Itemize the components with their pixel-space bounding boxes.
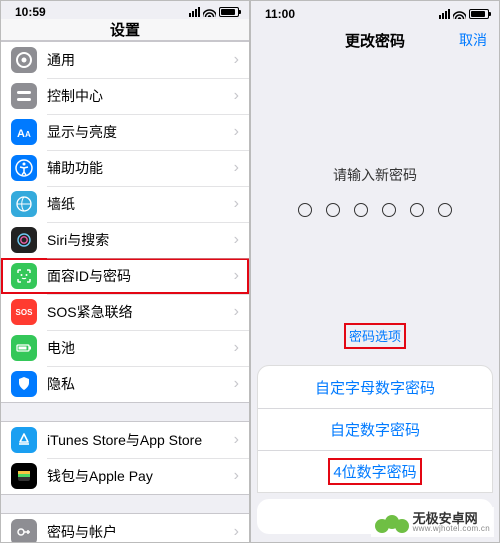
wifi-icon [203, 8, 216, 17]
settings-row[interactable]: 辅助功能› [1, 150, 249, 186]
passcode-options-link[interactable]: 密码选项 [344, 323, 406, 349]
settings-row-label: 密码与帐户 [47, 522, 234, 542]
textsize-icon: AA [11, 119, 37, 145]
settings-row-label: 通用 [47, 50, 234, 70]
svg-text:A: A [25, 130, 31, 139]
status-bar: 10:59 [1, 1, 249, 19]
switches-icon [11, 83, 37, 109]
battery-icon [11, 335, 37, 361]
settings-row-label: 墙纸 [47, 194, 234, 214]
settings-row-label: 辅助功能 [47, 158, 234, 178]
passcode-dot [326, 203, 340, 217]
settings-row-label: 控制中心 [47, 86, 234, 106]
chevron-right-icon: › [234, 123, 239, 141]
settings-row-label: 面容ID与密码 [47, 266, 234, 286]
watermark-url: www.wjhotel.com.cn [413, 525, 490, 533]
settings-row-label: Siri与搜索 [47, 230, 234, 250]
settings-row[interactable]: 隐私› [1, 366, 249, 402]
wifi-icon [453, 10, 466, 19]
gear-icon [11, 47, 37, 73]
settings-row[interactable]: 钱包与Apple Pay› [1, 458, 249, 494]
passcode-dot [410, 203, 424, 217]
chevron-right-icon: › [234, 303, 239, 321]
wallpaper-icon [11, 191, 37, 217]
passcode-dot [382, 203, 396, 217]
faceid-icon [11, 263, 37, 289]
page-title: 设置 [110, 19, 140, 40]
settings-row[interactable]: 面容ID与密码› [1, 258, 249, 294]
settings-row[interactable]: 通用› [1, 42, 249, 78]
navbar: 设置 [1, 19, 249, 41]
settings-row[interactable]: 密码与帐户› [1, 514, 249, 543]
chevron-right-icon: › [234, 339, 239, 357]
settings-row[interactable]: 控制中心› [1, 78, 249, 114]
settings-row[interactable]: 墙纸› [1, 186, 249, 222]
status-time: 11:00 [265, 7, 295, 21]
battery-icon [219, 7, 239, 17]
chevron-right-icon: › [234, 267, 239, 285]
settings-row[interactable]: SOS SOS紧急联络› [1, 294, 249, 330]
svg-text:SOS: SOS [16, 308, 34, 317]
passcode-prompt: 请输入新密码 [333, 165, 417, 185]
settings-row[interactable]: AA 显示与亮度› [1, 114, 249, 150]
watermark: 无极安卓网 www.wjhotel.com.cn [371, 507, 494, 537]
settings-row-label: SOS紧急联络 [47, 302, 234, 322]
accessibility-icon [11, 155, 37, 181]
chevron-right-icon: › [234, 523, 239, 541]
settings-row-label: 电池 [47, 338, 234, 358]
siri-icon [11, 227, 37, 253]
chevron-right-icon: › [234, 431, 239, 449]
chevron-right-icon: › [234, 467, 239, 485]
chevron-right-icon: › [234, 231, 239, 249]
settings-row[interactable]: 电池› [1, 330, 249, 366]
chevron-right-icon: › [234, 195, 239, 213]
passcode-dots [298, 203, 452, 217]
left-screenshot: 10:59 设置 通用›控制中心›AA显示与亮度›辅助功能›墙纸›Siri与搜索… [0, 0, 250, 543]
right-screenshot: 11:00 更改密码 取消 请输入新密码 密码选项 [250, 0, 500, 543]
cancel-button[interactable]: 取消 [459, 30, 487, 50]
passcode-dot [354, 203, 368, 217]
cell-signal-icon [189, 7, 200, 17]
sheet-option-label: 自定字母数字密码 [315, 377, 435, 398]
settings-row[interactable]: Siri与搜索› [1, 222, 249, 258]
settings-row-label: 显示与亮度 [47, 122, 234, 142]
settings-row-label: 钱包与Apple Pay [47, 466, 234, 486]
settings-row-label: iTunes Store与App Store [47, 430, 234, 450]
sheet-option[interactable]: 自定字母数字密码 [258, 366, 492, 408]
page-title: 更改密码 [345, 30, 405, 51]
status-time: 10:59 [15, 5, 46, 19]
privacy-icon [11, 371, 37, 397]
navbar: 更改密码 取消 [251, 23, 499, 57]
sheet-option-label: 自定数字密码 [330, 419, 420, 440]
chevron-right-icon: › [234, 87, 239, 105]
sos-icon: SOS [11, 299, 37, 325]
chevron-right-icon: › [234, 159, 239, 177]
passcode-area: 请输入新密码 密码选项 [251, 57, 499, 355]
settings-row[interactable]: iTunes Store与App Store› [1, 422, 249, 458]
status-indicators [439, 9, 489, 19]
sheet-option[interactable]: 4位数字密码 [258, 450, 492, 492]
sheet-option[interactable]: 自定数字密码 [258, 408, 492, 450]
battery-icon [469, 9, 489, 19]
action-sheet: 自定字母数字密码自定数字密码 4位数字密码 [257, 365, 493, 493]
wallet-icon [11, 463, 37, 489]
cell-signal-icon [439, 9, 450, 19]
watermark-name: 无极安卓网 [413, 512, 490, 525]
sheet-option-label: 4位数字密码 [328, 458, 421, 485]
status-bar: 11:00 [251, 1, 499, 23]
chevron-right-icon: › [234, 375, 239, 393]
key-icon [11, 519, 37, 543]
passcode-dot [438, 203, 452, 217]
appstore-icon [11, 427, 37, 453]
watermark-logo-icon [375, 509, 407, 535]
svg-text:A: A [17, 128, 25, 140]
status-indicators [189, 7, 239, 17]
settings-row-label: 隐私 [47, 374, 234, 394]
passcode-options-label[interactable]: 密码选项 [349, 329, 401, 344]
passcode-dot [298, 203, 312, 217]
chevron-right-icon: › [234, 51, 239, 69]
